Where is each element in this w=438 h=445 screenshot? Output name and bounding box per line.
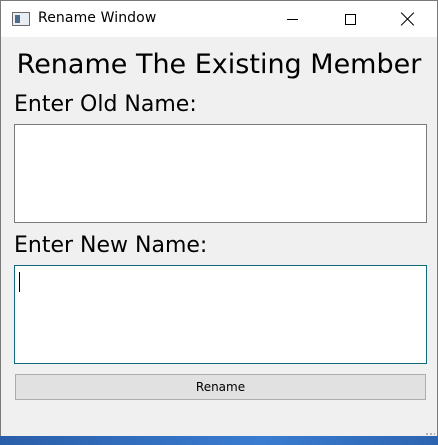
new-name-label: Enter New Name:	[14, 233, 208, 258]
window-title: Rename Window	[38, 10, 157, 26]
old-name-label: Enter Old Name:	[14, 92, 197, 117]
maximize-button[interactable]	[327, 1, 373, 37]
page-title: Rename The Existing Member	[16, 49, 422, 80]
form-area: Rename The Existing Member Enter Old Nam…	[1, 37, 437, 437]
new-name-input[interactable]	[14, 265, 427, 364]
minimize-icon	[286, 18, 298, 20]
rename-button[interactable]: Rename	[15, 374, 426, 400]
rename-window: Rename Window Rename The Existing Member…	[0, 0, 438, 445]
title-bar[interactable]: Rename Window	[1, 1, 437, 37]
text-caret	[19, 272, 20, 292]
old-name-input[interactable]	[14, 124, 427, 223]
app-window-icon	[12, 12, 30, 26]
close-icon	[401, 12, 415, 26]
close-button[interactable]	[385, 1, 431, 37]
minimize-button[interactable]	[269, 1, 315, 37]
taskbar-strip	[0, 436, 438, 445]
maximize-icon	[344, 13, 356, 25]
